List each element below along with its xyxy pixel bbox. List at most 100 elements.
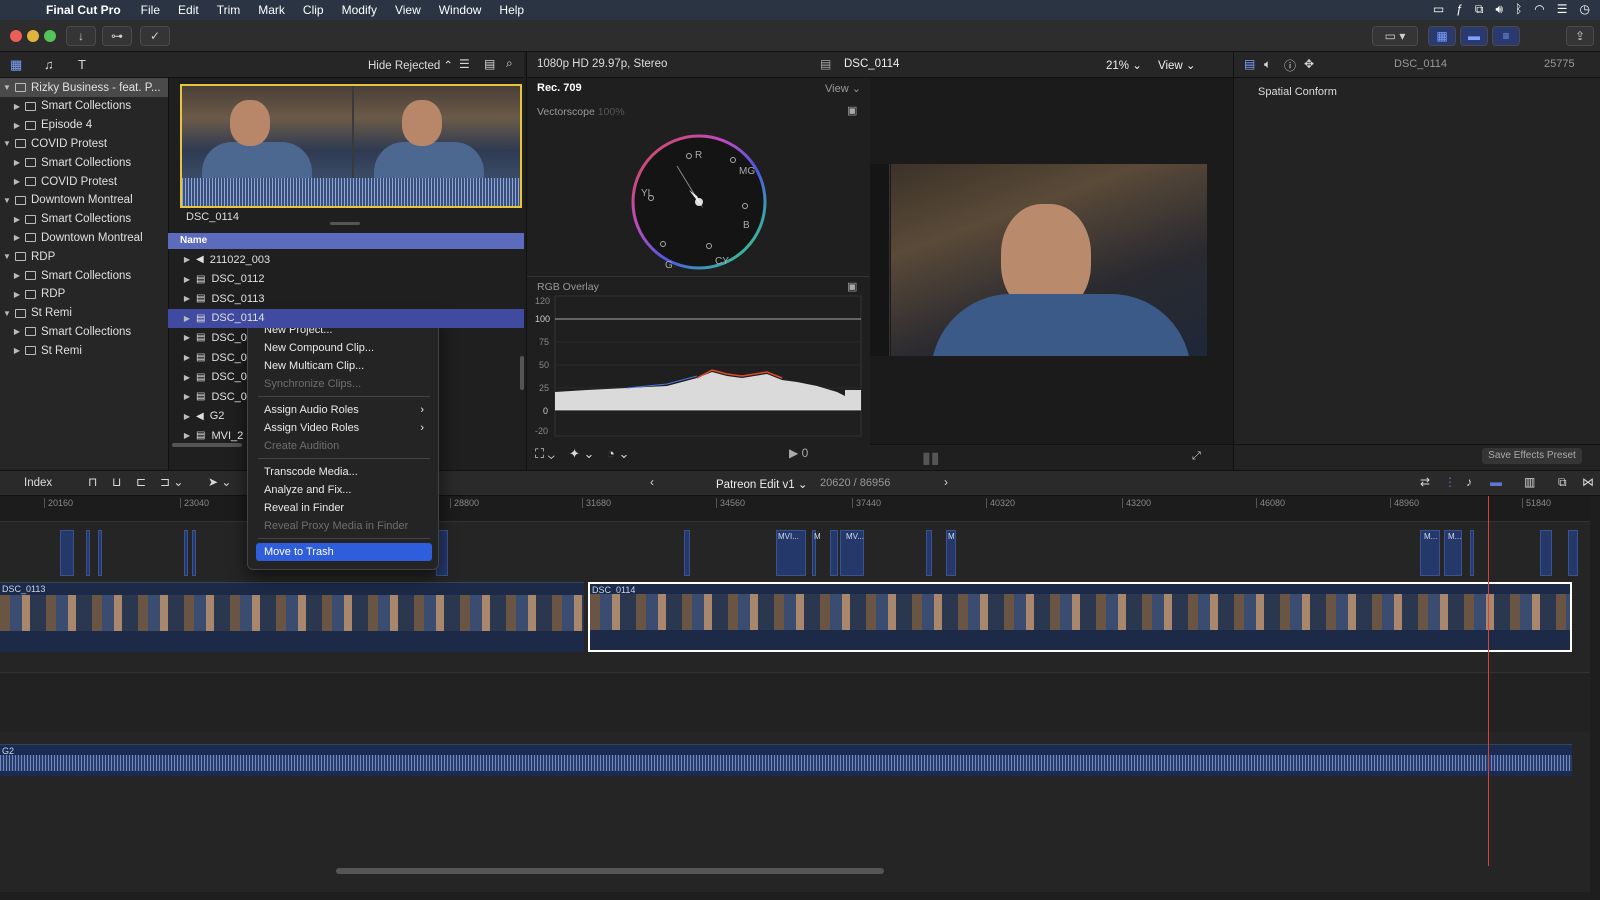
zoom-window-button[interactable]: [44, 30, 56, 42]
project-dropdown[interactable]: Patreon Edit v1 ⌄: [716, 477, 807, 491]
back-arrow-icon[interactable]: ‹: [650, 475, 654, 489]
library-row[interactable]: ▶ COVID Protest: [0, 172, 168, 191]
overwrite-clip-icon[interactable]: ⊐ ⌄: [160, 475, 183, 489]
browser-toggle-icon[interactable]: ▦: [1428, 26, 1456, 46]
connected-clip[interactable]: [1540, 530, 1552, 576]
library-row[interactable]: ▶ Smart Collections: [0, 210, 168, 229]
clip-appearance-icon[interactable]: ☰: [459, 57, 470, 71]
browser-clip-row[interactable]: ▶ ▤ DSC_0: [168, 328, 524, 347]
library-row[interactable]: ▶ Smart Collections: [0, 97, 168, 116]
timeline-toggle-icon[interactable]: ▬: [1460, 26, 1488, 46]
connect-clip-icon[interactable]: ⊓: [88, 475, 97, 489]
volume-icon[interactable]: 🔊︎: [1496, 2, 1504, 17]
select-tool-icon[interactable]: ➤ ⌄: [208, 475, 231, 489]
disclosure-triangle-icon[interactable]: ▶: [12, 177, 22, 186]
keywords-icon[interactable]: ⊶: [102, 26, 132, 46]
titles-generators-icon[interactable]: T: [78, 57, 86, 72]
enhance-icon[interactable]: ✦ ⌄: [569, 446, 594, 462]
clip-appearance-timeline-icon[interactable]: ▥: [1524, 475, 1535, 489]
connected-clip[interactable]: [60, 530, 74, 576]
library-row[interactable]: ▶ Smart Collections: [0, 322, 168, 341]
close-window-button[interactable]: [10, 30, 22, 42]
library-row[interactable]: ▶ Smart Collections: [0, 153, 168, 172]
photos-audio-icon[interactable]: ♫: [44, 57, 54, 72]
browser-clip-row[interactable]: ▶ ▤ DSC_0: [168, 368, 524, 387]
disclosure-triangle-icon[interactable]: ▶: [12, 271, 22, 280]
library-row[interactable]: ▼ Downtown Montreal: [0, 191, 168, 210]
menu-item-analyze-and-fix[interactable]: Analyze and Fix...: [256, 481, 432, 499]
menu-mark[interactable]: Mark: [258, 3, 285, 17]
timeline-scrollbar[interactable]: [336, 868, 884, 874]
filter-dropdown[interactable]: Hide Rejected ⌃: [368, 58, 453, 72]
menu-modify[interactable]: Modify: [342, 3, 377, 17]
import-icon[interactable]: ↓: [66, 26, 96, 46]
index-button[interactable]: Index: [24, 477, 52, 489]
library-row[interactable]: ▼ St Remi: [0, 304, 168, 323]
disclosure-triangle-icon[interactable]: ▶: [12, 102, 22, 111]
disclosure-triangle-icon[interactable]: ▶: [12, 346, 22, 355]
transitions-icon[interactable]: ⋈: [1582, 475, 1594, 489]
disclosure-triangle-icon[interactable]: ▶: [12, 121, 22, 130]
browser-clip-row[interactable]: ▶ ▤ DSC_0114: [168, 308, 524, 328]
connected-clip[interactable]: [926, 530, 932, 576]
save-effects-preset-button[interactable]: Save Effects Preset: [1482, 448, 1582, 464]
connected-clip[interactable]: [98, 530, 102, 576]
script-icon[interactable]: ƒ: [1456, 2, 1463, 17]
disclosure-triangle-icon[interactable]: ▶: [182, 294, 192, 303]
disclosure-triangle-icon[interactable]: ▼: [2, 83, 12, 92]
connected-clip[interactable]: [86, 530, 90, 576]
scope-settings-icon[interactable]: ▣: [847, 104, 857, 117]
library-row[interactable]: ▼ RDP: [0, 247, 168, 266]
disclosure-triangle-icon[interactable]: ▶: [12, 158, 22, 167]
audio-clip-g2[interactable]: G2: [0, 744, 1572, 776]
resize-handle[interactable]: [330, 222, 360, 225]
libraries-icon[interactable]: ▦: [10, 57, 22, 73]
selected-clip-filmstrip[interactable]: [180, 84, 522, 208]
share-inspector-icon[interactable]: ✥: [1304, 57, 1314, 71]
disclosure-triangle-icon[interactable]: ▶: [182, 314, 192, 323]
browser-clip-row[interactable]: ▶ ▤ DSC_0: [168, 348, 524, 367]
disclosure-triangle-icon[interactable]: ▶: [182, 255, 192, 264]
transform-icon[interactable]: ⛶ ⌄: [535, 446, 555, 462]
connected-clip[interactable]: [1470, 530, 1474, 576]
disclosure-triangle-icon[interactable]: ▶: [12, 215, 22, 224]
clip-skimming-icon[interactable]: ⇄: [1420, 475, 1430, 489]
append-clip-icon[interactable]: ⊏: [136, 475, 146, 489]
disclosure-triangle-icon[interactable]: ▶: [12, 327, 22, 336]
menu-edit[interactable]: Edit: [178, 3, 199, 17]
filmstrip-view-icon[interactable]: ▤: [484, 57, 495, 71]
app-menu[interactable]: Final Cut Pro: [46, 3, 121, 17]
disclosure-triangle-icon[interactable]: ▶: [182, 373, 192, 382]
browser-clip-row[interactable]: ▶ ◀ 211022_003: [168, 250, 524, 269]
minimize-window-button[interactable]: [27, 30, 39, 42]
disclosure-triangle-icon[interactable]: ▶: [182, 275, 192, 284]
scope-view-dropdown[interactable]: View ⌄: [825, 82, 861, 95]
bluetooth-icon[interactable]: ᛒ: [1515, 2, 1522, 17]
menu-view[interactable]: View: [395, 3, 421, 17]
menu-help[interactable]: Help: [499, 3, 524, 17]
menu-file[interactable]: File: [141, 3, 160, 17]
browser-clip-row[interactable]: ▶ ▤ DSC_0: [168, 387, 524, 406]
timeline-ruler[interactable]: 20160 23040 28800 31680 34560 37440 40320 43200…: [0, 496, 1590, 522]
disclosure-triangle-icon[interactable]: ▼: [2, 139, 12, 148]
display-icon[interactable]: ▭: [1433, 2, 1444, 17]
zoom-dropdown[interactable]: 21% ⌄: [1106, 58, 1142, 72]
name-column-header[interactable]: Name: [168, 233, 524, 249]
disclosure-triangle-icon[interactable]: ▶: [182, 392, 192, 401]
menu-window[interactable]: Window: [439, 3, 482, 17]
snapping-icon[interactable]: ▬: [1490, 475, 1502, 489]
connected-clip[interactable]: [184, 530, 188, 576]
connected-clip[interactable]: [192, 530, 196, 576]
browser-clip-row[interactable]: ▶ ▤ DSC_0113: [168, 289, 524, 308]
primary-clip-dsc0113[interactable]: DSC_0113: [0, 582, 584, 652]
browser-clip-row[interactable]: ▶ ▤ DSC_0112: [168, 270, 524, 289]
connected-clip[interactable]: [830, 530, 838, 576]
disclosure-triangle-icon[interactable]: ▶: [182, 353, 192, 362]
primary-clip-dsc0114[interactable]: DSC_0114: [588, 582, 1572, 652]
inspector-toggle-icon[interactable]: ≡: [1492, 26, 1520, 46]
effects-browser-icon[interactable]: ⧉: [1558, 475, 1567, 490]
browser-clip-row[interactable]: ▶ ▤ MVI_2: [168, 426, 524, 445]
library-row[interactable]: ▶ RDP: [0, 285, 168, 304]
disclosure-triangle-icon[interactable]: ▶: [12, 290, 22, 299]
connected-clip[interactable]: [684, 530, 690, 576]
